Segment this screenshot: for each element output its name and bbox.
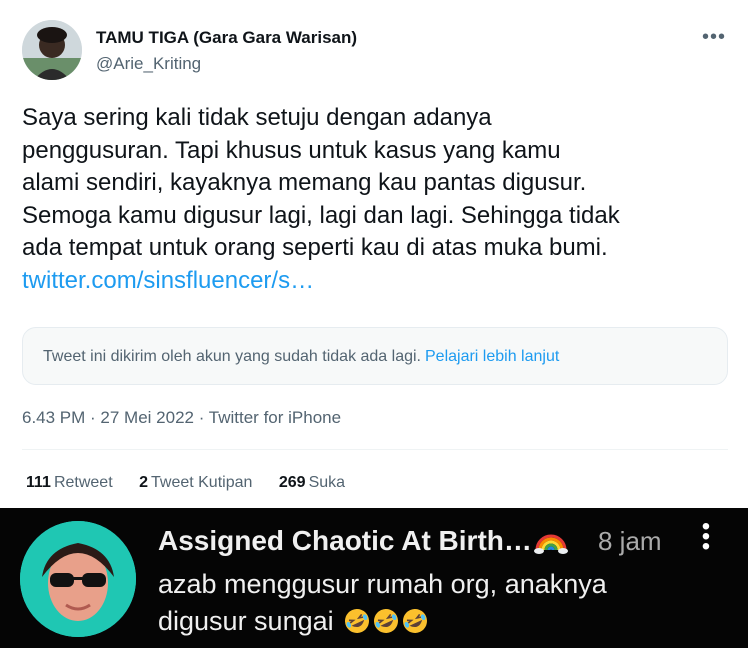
learn-more-link[interactable]: Pelajari lebih lanjut [425,348,559,365]
like-count: 269 [278,474,306,491]
quote-label: Tweet Kutipan [151,474,253,491]
comment-card: Assigned Chaotic At Birth… 8 jam • • • aza… [0,508,748,648]
author-handle[interactable]: @Arie_Kriting [96,54,201,74]
commenter-avatar[interactable] [20,521,136,637]
rainbow-icon [533,534,568,554]
tweet-text-line: Semoga kamu digusur lagi, lagi dan lagi.… [22,201,620,229]
tweet-text-line: Saya sering kali tidak setuju dengan ada… [22,104,492,131]
comment-time: 8 jam [598,526,662,556]
retweet-stat[interactable]: 111 Retweet [26,474,113,492]
tweet-timestamp[interactable]: 6.43 PM · 27 Mei 2022 · Twitter for iPho… [22,408,341,428]
author-avatar[interactable] [22,20,82,80]
quote-stat[interactable]: 2 Tweet Kutipan [139,474,252,492]
comment-text-line: digusur sungai [158,606,334,636]
profile-photo-icon [22,20,82,80]
notice-text: Tweet ini dikirim oleh akun yang sudah t… [43,348,421,365]
quote-count: 2 [139,474,148,491]
comment-text-line: azab menggusur rumah org, anaknya [158,569,607,599]
divider [22,449,728,450]
tweet-text-line: ada tempat untuk orang seperti kau di at… [22,234,608,261]
tweet-stats: 111 Retweet 2 Tweet Kutipan 269 Suka [26,474,367,492]
comment-text: azab menggusur rumah org, anaknya digusu… [158,566,718,640]
tweet-text-line: alami sendiri, kayaknya memang kau panta… [22,169,587,196]
commenter-name[interactable]: Assigned Chaotic At Birth… [158,524,568,557]
retweet-count: 111 [26,474,51,491]
more-vertical-icon[interactable]: • • • [700,515,712,559]
tweet-text-line: penggusuran. Tapi khusus untuk kasus yan… [22,136,561,164]
unavailable-tweet-notice: Tweet ini dikirim oleh akun yang sudah t… [22,327,728,385]
retweet-label: Retweet [53,474,113,491]
rolling-laughing-icon [374,609,399,633]
profile-photo-icon [20,521,136,637]
rolling-laughing-icon [345,609,370,633]
tweet-link[interactable]: twitter.com/sinsfluencer/s… [22,265,732,298]
rolling-laughing-icon [403,609,428,633]
like-label: Suka [308,474,346,491]
tweet-card: TAMU TIGA (Gara Gara Warisan) @Arie_Krit… [0,0,748,508]
like-stat[interactable]: 269 Suka [279,474,345,492]
tweet-text: Saya sering kali tidak setuju dengan ada… [22,102,732,297]
author-name[interactable]: TAMU TIGA (Gara Gara Warisan) [96,28,357,48]
more-horizontal-icon[interactable]: ••• [702,26,726,49]
